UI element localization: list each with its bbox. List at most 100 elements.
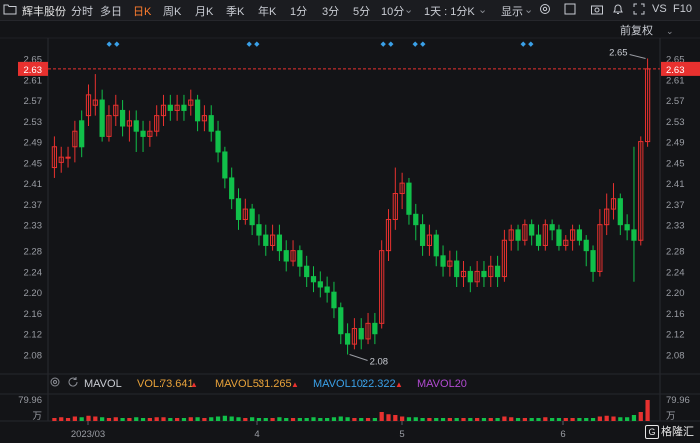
candle-body — [413, 213, 419, 226]
tab-quarterly-k[interactable]: 季K — [226, 3, 244, 19]
volume-bar — [440, 418, 446, 421]
candle-body — [181, 104, 187, 111]
refresh-icon[interactable] — [67, 376, 79, 391]
volume-bar — [372, 418, 377, 421]
stock-name[interactable]: 辉丰股份 — [22, 3, 66, 19]
volume-bar — [570, 418, 575, 421]
volume-bar — [188, 417, 193, 421]
candle-body — [317, 281, 323, 288]
volume-unit-label-right: 万 — [666, 411, 676, 422]
volume-bar — [631, 415, 637, 421]
y-tick-label-left: 2.45 — [24, 158, 43, 169]
bell-icon[interactable] — [611, 2, 625, 16]
tab-yearly-k[interactable]: 年K — [258, 3, 276, 19]
watermark-text: 格隆汇 — [661, 426, 694, 438]
candle-body — [372, 322, 378, 335]
tab-weekly-k[interactable]: 周K — [163, 3, 181, 19]
volume-bar — [536, 418, 541, 421]
chevron-down-icon[interactable]: ⌄ — [524, 3, 533, 16]
volume-bar — [577, 418, 582, 421]
volume-bar — [304, 418, 309, 421]
candle-body — [549, 224, 555, 231]
volume-bar — [522, 418, 527, 421]
x-tick-label: 5 — [399, 429, 404, 440]
vs-button[interactable]: VS — [652, 3, 667, 15]
y-tick-label-right: 2.53 — [666, 117, 685, 128]
y-tick-label-left: 2.61 — [24, 75, 43, 86]
tab-1min[interactable]: 1分 — [290, 3, 307, 19]
event-marker-icon: ◆ ◆ — [247, 40, 261, 48]
square-icon[interactable] — [563, 2, 577, 16]
tab-3min[interactable]: 3分 — [322, 3, 339, 19]
volume-bar — [359, 418, 364, 421]
volume-bar — [584, 418, 589, 421]
candle-body — [99, 99, 105, 137]
volume-bar — [331, 417, 337, 421]
display-menu[interactable]: 显示 — [501, 3, 523, 19]
settings-icon[interactable] — [49, 376, 61, 391]
tab-daily-k[interactable]: 日K — [133, 3, 151, 19]
candle-body — [304, 265, 310, 278]
mavol20-label: MAVOL20 — [417, 378, 467, 390]
mavol10-value: 22.322 — [362, 378, 396, 390]
volume-max-label-right: 79.96 — [666, 395, 690, 406]
volume-bar — [250, 417, 255, 421]
y-tick-label-right: 2.08 — [666, 351, 685, 362]
y-tick-label-left: 2.57 — [24, 96, 43, 107]
candle-body — [215, 130, 221, 153]
chevron-down-icon[interactable]: ⌄ — [478, 3, 487, 16]
up-arrow-icon: ▲ — [190, 380, 198, 389]
y-tick-label-right: 2.49 — [666, 138, 685, 149]
volume-bar — [168, 418, 173, 421]
tab-10min[interactable]: 10分 — [381, 3, 404, 19]
volume-bar — [290, 418, 296, 421]
candle-body — [276, 234, 283, 252]
volume-bar — [488, 418, 493, 421]
y-tick-label-left: 2.49 — [24, 138, 43, 149]
candle-body — [119, 109, 126, 127]
tab-monthly-k[interactable]: 月K — [195, 3, 213, 19]
y-tick-label-left: 2.16 — [24, 309, 43, 320]
volume-bar — [468, 418, 473, 421]
candle-body — [481, 270, 487, 278]
expand-icon[interactable] — [632, 2, 646, 16]
period-select[interactable]: 1天 : 1分K — [424, 3, 475, 19]
camera-icon[interactable] — [590, 2, 604, 16]
event-marker-icon: ◆ ◆ — [521, 40, 535, 48]
x-tick-label: 4 — [254, 429, 259, 440]
candle-body — [249, 208, 255, 226]
candle-body — [617, 198, 623, 226]
chevron-down-icon[interactable]: ⌄ — [404, 3, 413, 16]
volume-bar — [236, 417, 241, 421]
candle-body — [494, 265, 501, 278]
f10-button[interactable]: F10 — [673, 3, 692, 15]
volume-bar — [311, 417, 316, 421]
volume-bar — [113, 417, 118, 421]
tab-timeshare[interactable]: 分时 — [71, 3, 93, 19]
vol-value: 73.641 — [160, 378, 194, 390]
candle-body — [283, 250, 289, 262]
volume-bar — [181, 418, 187, 421]
y-tick-label-right: 2.57 — [666, 96, 685, 107]
candle-body — [358, 328, 364, 340]
watermark-logo: G 格隆汇 — [645, 423, 694, 439]
candle-body — [624, 224, 630, 231]
volume-bar — [543, 417, 548, 421]
low-label: 2.08 — [370, 357, 389, 368]
volume-bar — [297, 418, 302, 421]
candle-body — [576, 229, 583, 241]
folder-icon[interactable] — [3, 2, 17, 16]
adjust-label[interactable]: 前复权 — [620, 23, 653, 37]
volume-bar — [120, 418, 125, 421]
tab-multi-day[interactable]: 多日 — [100, 3, 122, 19]
gear-icon[interactable] — [538, 2, 552, 16]
volume-bar — [175, 418, 180, 421]
candle-body — [140, 130, 146, 137]
indicator-name[interactable]: MAVOL — [84, 378, 122, 390]
candle-body — [454, 260, 460, 278]
volume-bar — [202, 418, 207, 421]
volume-bar — [338, 416, 343, 421]
tab-5min[interactable]: 5分 — [353, 3, 370, 19]
volume-bar — [256, 418, 262, 421]
y-tick-label-left: 2.24 — [24, 267, 43, 278]
